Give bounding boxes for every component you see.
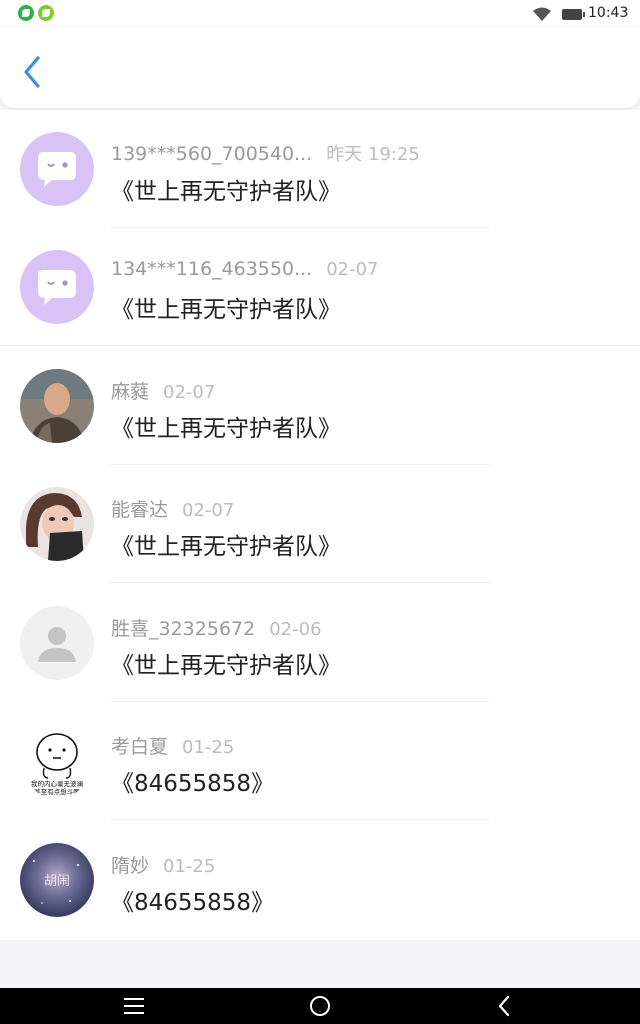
meme-caption-line1: 我的内心毫无波澜	[31, 779, 83, 788]
chat-bubble-avatar	[20, 132, 94, 206]
chevron-left-icon[interactable]	[18, 54, 48, 90]
message-date: 02-07	[326, 259, 379, 280]
galaxy-avatar: 胡闹	[20, 843, 94, 917]
app-header	[0, 28, 640, 108]
leaf-notification-icon	[38, 5, 54, 21]
list-item[interactable]: 胜喜_32325672 02-06 《世上再无守护者队》	[0, 584, 640, 702]
message-list: 139***560_700540... 昨天 19:25 《世上再无守护者队》 1…	[0, 110, 640, 940]
empty-area	[0, 940, 640, 988]
list-item[interactable]: 胡闹 隋妙 01-25 《84655858》	[0, 821, 640, 939]
message-date: 昨天 19:25	[326, 144, 420, 165]
message-text: 《世上再无守护者队》	[111, 653, 341, 679]
status-bar: 10:43	[0, 0, 640, 28]
message-text: 《84655858》	[111, 890, 275, 916]
message-date: 02-06	[269, 619, 322, 640]
battery-icon	[562, 9, 585, 20]
message-meta: 考白夏 01-25	[111, 732, 234, 759]
wifi-icon	[533, 7, 551, 21]
back-icon[interactable]	[496, 995, 512, 1017]
message-meta: 能睿达 02-07	[111, 495, 234, 522]
sender-name: 麻蕤	[111, 381, 150, 403]
divider	[0, 345, 640, 346]
photo-avatar	[20, 487, 94, 561]
sender-name: 隋妙	[111, 855, 150, 877]
default-person-avatar	[20, 606, 94, 680]
message-date: 01-25	[182, 737, 235, 758]
meme-avatar: 我的内心毫无波澜 甚至有点想斗图	[20, 724, 94, 798]
message-date: 02-07	[163, 382, 216, 403]
message-date: 02-07	[182, 500, 235, 521]
message-meta: 胜喜_32325672 02-06	[111, 614, 322, 641]
chat-bubble-avatar	[20, 250, 94, 324]
message-text: 《世上再无守护者队》	[111, 179, 341, 205]
meme-caption-line2: 甚至有点想斗图	[34, 787, 80, 796]
message-meta: 134***116_463550... 02-07	[111, 258, 379, 280]
sender-name: 139***560_700540...	[111, 143, 313, 165]
message-date: 01-25	[163, 856, 216, 877]
message-text: 《世上再无守护者队》	[111, 416, 341, 442]
message-meta: 麻蕤 02-07	[111, 377, 215, 404]
sender-name: 胜喜_32325672	[111, 618, 256, 640]
system-nav-bar	[0, 988, 640, 1024]
list-item[interactable]: 139***560_700540... 昨天 19:25 《世上再无守护者队》	[0, 110, 640, 228]
message-meta: 隋妙 01-25	[111, 851, 215, 878]
message-meta: 139***560_700540... 昨天 19:25	[111, 140, 420, 166]
menu-icon[interactable]	[124, 998, 144, 1014]
sender-name: 能睿达	[111, 499, 169, 521]
list-item[interactable]: 134***116_463550... 02-07 《世上再无守护者队》	[0, 228, 640, 346]
status-time: 10:43	[588, 5, 629, 21]
message-text: 《世上再无守护者队》	[111, 534, 341, 560]
sender-name: 134***116_463550...	[111, 258, 313, 280]
list-item[interactable]: 能睿达 02-07 《世上再无守护者队》	[0, 465, 640, 583]
photo-avatar	[20, 369, 94, 443]
wechat-notification-icon	[18, 5, 34, 21]
divider	[110, 819, 490, 820]
message-text: 《84655858》	[111, 771, 275, 797]
galaxy-avatar-text: 胡闹	[44, 874, 70, 889]
divider	[110, 582, 490, 583]
list-item[interactable]: 麻蕤 02-07 《世上再无守护者队》	[0, 347, 640, 465]
sender-name: 考白夏	[111, 736, 169, 758]
message-text: 《世上再无守护者队》	[111, 297, 341, 323]
home-icon[interactable]	[310, 996, 330, 1016]
list-item[interactable]: 我的内心毫无波澜 甚至有点想斗图 考白夏 01-25 《84655858》	[0, 702, 640, 820]
